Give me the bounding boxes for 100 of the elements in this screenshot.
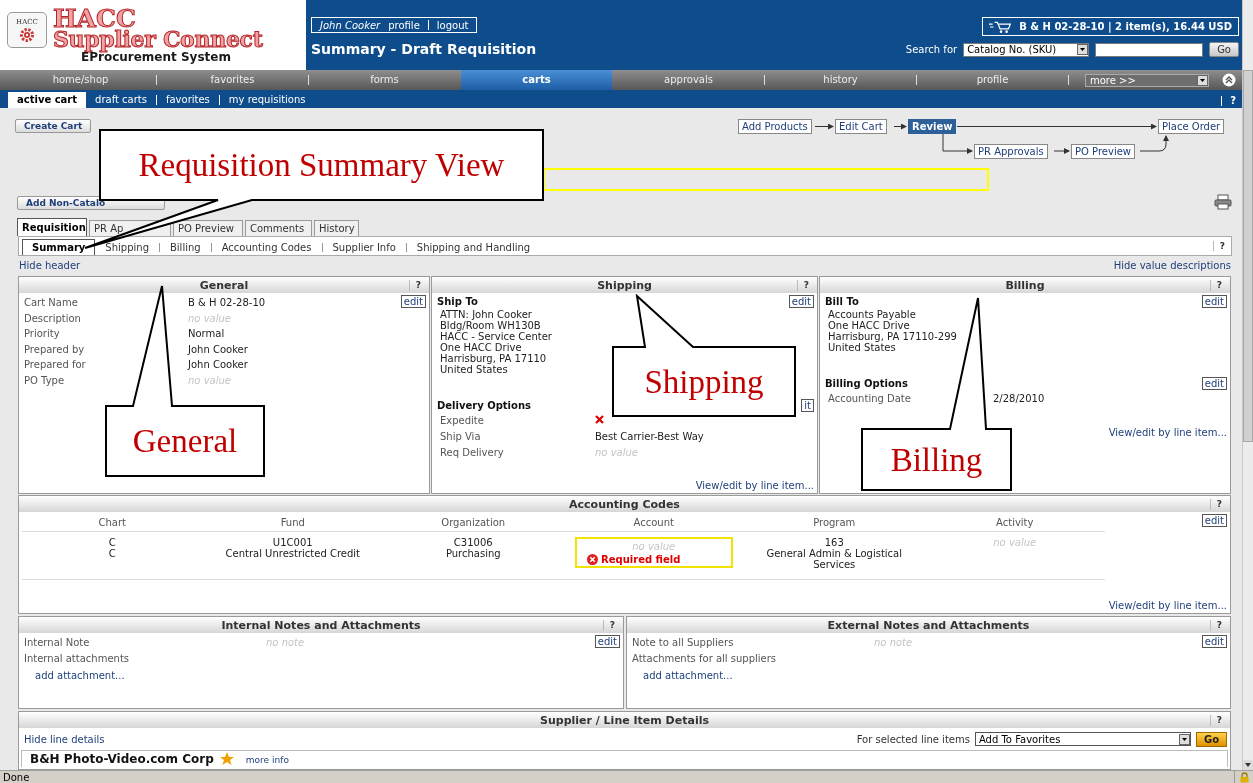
sub-tab[interactable]: favorites: [156, 92, 219, 108]
chevron-up-icon[interactable]: [1222, 73, 1236, 87]
table-cell: Central Unrestricted Credit: [225, 548, 360, 559]
workflow-step[interactable]: Add Products: [738, 119, 812, 134]
star-icon: [219, 752, 234, 766]
supplier-name: B&H Photo-Video.com Corp: [30, 752, 214, 766]
go-button[interactable]: Go: [1209, 42, 1239, 57]
table-cell: no value: [632, 540, 676, 552]
section-label: Bill To: [825, 296, 859, 307]
nav-tab[interactable]: profile: [917, 70, 1068, 90]
table-cell: U1C001: [272, 537, 313, 548]
edit-button[interactable]: edit: [788, 295, 814, 308]
more-menu-select[interactable]: more >>: [1085, 73, 1209, 87]
column-header: Activity: [995, 517, 1035, 528]
panel-title: Internal Notes and Attachments: [221, 618, 421, 632]
field-label: Internal Note: [24, 637, 91, 649]
sub-tab[interactable]: my requisitions: [219, 92, 315, 108]
line-item-link[interactable]: View/edit by line item...: [1108, 600, 1227, 611]
line-item-link[interactable]: View/edit by line item...: [695, 480, 814, 491]
sub-tab[interactable]: active cart: [8, 92, 87, 108]
section-tab[interactable]: Supplier Info: [322, 239, 406, 255]
help-link[interactable]: ?: [602, 619, 619, 631]
status-text: Done: [2, 771, 30, 783]
document-tab[interactable]: Requisition: [17, 218, 87, 236]
flow-arrow: [1139, 135, 1169, 152]
field-label: Note to all Suppliers: [632, 637, 735, 649]
nav-tab[interactable]: history: [765, 70, 916, 90]
document-tab[interactable]: Comments: [245, 220, 312, 236]
search-scope-select[interactable]: Catalog No. (SKU): [963, 42, 1090, 57]
search-field[interactable]: [1095, 42, 1204, 57]
help-link[interactable]: ?: [1212, 241, 1231, 251]
gear-icon: [19, 26, 35, 43]
edit-button[interactable]: edit: [400, 295, 426, 308]
help-link[interactable]: ?: [1209, 498, 1226, 510]
workflow-step[interactable]: Place Order: [1158, 119, 1225, 134]
create-cart-button[interactable]: Create Cart: [15, 119, 92, 133]
flow-arrow: [1053, 148, 1070, 154]
nav-tab[interactable]: approvals: [613, 70, 764, 90]
help-link[interactable]: ?: [1209, 279, 1226, 291]
hide-header-link[interactable]: Hide header: [19, 260, 81, 271]
go-button[interactable]: Go: [1195, 731, 1227, 747]
edit-button[interactable]: edit: [1201, 295, 1227, 308]
field-value: no value: [188, 374, 232, 386]
address-line: Harrisburg, PA 17110-299: [828, 331, 958, 342]
edit-button[interactable]: edit: [1201, 514, 1227, 527]
edit-button[interactable]: edit: [1201, 635, 1227, 648]
workflow-step[interactable]: PR Approvals: [974, 144, 1048, 159]
flow-arrow: [893, 123, 907, 130]
address-line: United States: [440, 364, 509, 375]
help-link[interactable]: ?: [796, 279, 813, 291]
cart-summary-button[interactable]: B & H 02-28-10 | 2 item(s), 16.44 USD: [982, 17, 1239, 36]
scroll-down-icon[interactable]: [1243, 760, 1253, 770]
nav-tab[interactable]: favorites: [157, 70, 308, 90]
table-cell: 163: [824, 537, 844, 548]
add-attachment-link[interactable]: add attachment...: [35, 670, 125, 681]
hide-line-details-link[interactable]: Hide line details: [24, 733, 105, 745]
callout-label: Billing: [890, 441, 983, 478]
line-item-link[interactable]: View/edit by line item...: [1108, 427, 1227, 438]
workflow-step[interactable]: Review: [908, 119, 957, 134]
section-tab[interactable]: Billing: [160, 239, 211, 255]
page-title: Summary - Draft Requisition: [311, 41, 537, 57]
field-value: Best Carrier-Best Way: [595, 430, 705, 442]
workflow-step[interactable]: Edit Cart: [835, 119, 887, 134]
section-label: Delivery Options: [437, 400, 531, 411]
document-tab[interactable]: PO Preview: [173, 220, 243, 236]
nav-tab[interactable]: home/shop: [5, 70, 156, 90]
field-value: no value: [188, 312, 232, 324]
field-label: Expedite: [440, 414, 485, 426]
section-tab[interactable]: Accounting Codes: [211, 239, 322, 255]
column-header: Fund: [279, 517, 306, 528]
help-link[interactable]: ?: [1209, 714, 1226, 726]
help-link[interactable]: ?: [408, 279, 425, 291]
nav-tab[interactable]: carts: [461, 70, 612, 90]
field-label: Prepared by: [24, 343, 86, 355]
section-tab[interactable]: Shipping and Handling: [406, 239, 541, 255]
field-label: Accounting Date: [828, 392, 912, 404]
line-action-select[interactable]: Add To Favorites: [974, 732, 1191, 746]
hide-descriptions-link[interactable]: Hide value descriptions: [1113, 260, 1231, 271]
workflow-step[interactable]: PO Preview: [1071, 144, 1135, 159]
edit-button[interactable]: it: [801, 399, 814, 412]
section-tab[interactable]: Shipping: [95, 239, 159, 255]
field-label: Req Delivery: [440, 446, 505, 458]
address-line: One HACC Drive: [440, 342, 523, 353]
header-link[interactable]: logout: [436, 19, 469, 31]
nav-tab[interactable]: forms: [309, 70, 460, 90]
printer-icon[interactable]: [1214, 194, 1232, 210]
help-link[interactable]: ?: [1209, 619, 1226, 631]
edit-button[interactable]: edit: [1201, 377, 1227, 390]
sub-tab[interactable]: draft carts: [86, 92, 156, 108]
help-link[interactable]: ?: [1230, 94, 1236, 106]
header-link[interactable]: profile: [388, 19, 420, 31]
more-info-link[interactable]: more info: [245, 755, 289, 765]
scrollbar[interactable]: [1242, 0, 1253, 770]
table-cell-text: General Admin & Logistical Services: [765, 548, 904, 570]
field-label: Ship Via: [440, 430, 482, 442]
edit-button[interactable]: edit: [594, 635, 620, 648]
document-tab[interactable]: History: [314, 220, 359, 236]
callout-label: General: [132, 423, 238, 459]
add-attachment-link[interactable]: add attachment...: [643, 670, 733, 681]
field-label: Priority: [24, 328, 61, 340]
